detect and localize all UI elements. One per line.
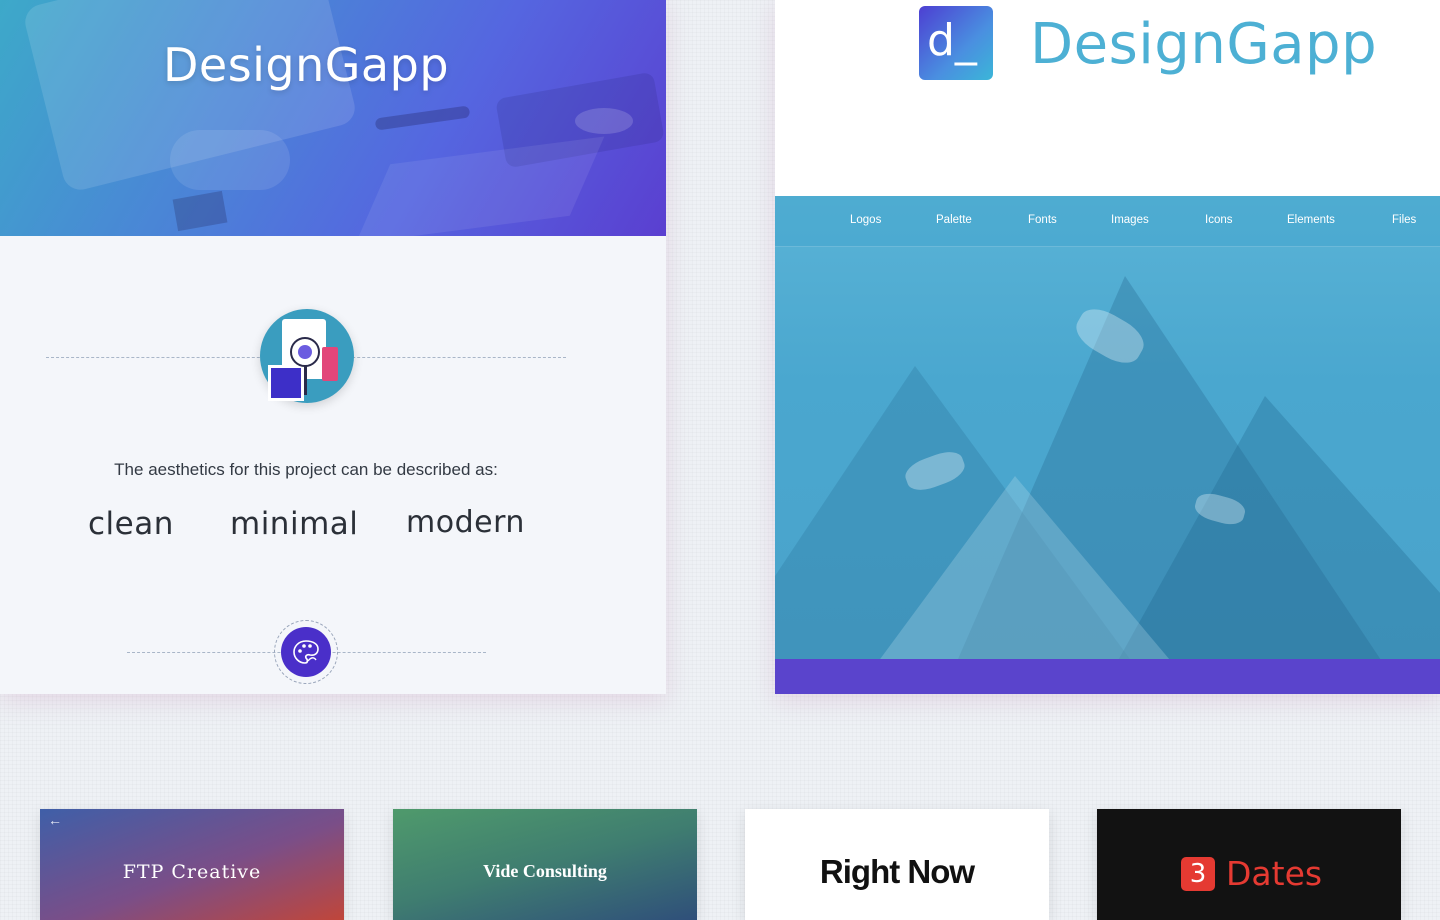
brand-logo-letter: d_ <box>927 15 977 66</box>
aesthetics-intro: The aesthetics for this project can be d… <box>114 460 498 479</box>
nav-item-icons[interactable]: Icons <box>1205 214 1233 226</box>
brand-title: DesignGapp <box>1030 12 1378 77</box>
project-title: Dates <box>1226 854 1323 893</box>
project-card-right-now[interactable]: Right Now <box>745 809 1049 920</box>
aesthetic-word-clean: clean <box>88 506 174 542</box>
project-title: FTP Creative <box>122 861 262 883</box>
brand-nav-bar: Logos Palette Fonts Images Icons Element… <box>775 196 1440 247</box>
aesthetic-word-modern: modern <box>406 505 525 540</box>
palette-badge <box>274 620 338 684</box>
nav-item-images[interactable]: Images <box>1111 214 1149 226</box>
style-guide-card: DesignGapp The aesthetics for this proje… <box>0 0 666 694</box>
hero-title: DesignGapp <box>162 38 450 92</box>
mountain-hero-image <box>775 196 1440 659</box>
project-card-ftp-creative[interactable]: ← FTP Creative <box>40 809 344 920</box>
left-hero-banner: DesignGapp <box>0 0 666 236</box>
hero-keyboard-shape <box>355 136 605 236</box>
project-card-3-dates[interactable]: 3 Dates <box>1097 809 1401 920</box>
brand-footer-strip <box>775 659 1440 694</box>
design-tools-icon <box>260 309 354 403</box>
brand-preview-card: d_ DesignGapp Logos Palette Fonts Images… <box>775 0 1440 694</box>
project-title: Vide Consulting <box>483 861 607 881</box>
palette-icon <box>281 627 331 677</box>
nav-item-logos[interactable]: Logos <box>850 214 881 226</box>
hero-stand-shape <box>170 130 290 190</box>
brand-logo: d_ <box>919 6 993 80</box>
dates-badge-icon: 3 <box>1181 857 1215 891</box>
hero-phone-shape <box>172 190 228 232</box>
project-card-vide-consulting[interactable]: Vide Consulting <box>393 809 697 920</box>
nav-item-palette[interactable]: Palette <box>936 214 972 226</box>
nav-item-files[interactable]: Files <box>1392 214 1416 226</box>
nav-item-fonts[interactable]: Fonts <box>1028 214 1057 226</box>
nav-item-elements[interactable]: Elements <box>1287 214 1335 226</box>
hero-mouse-shape <box>575 108 633 134</box>
back-arrow-icon[interactable]: ← <box>48 812 62 828</box>
aesthetic-word-minimal: minimal <box>230 506 359 542</box>
project-title: Right Now <box>819 853 975 890</box>
hero-pen-shape <box>374 105 471 131</box>
